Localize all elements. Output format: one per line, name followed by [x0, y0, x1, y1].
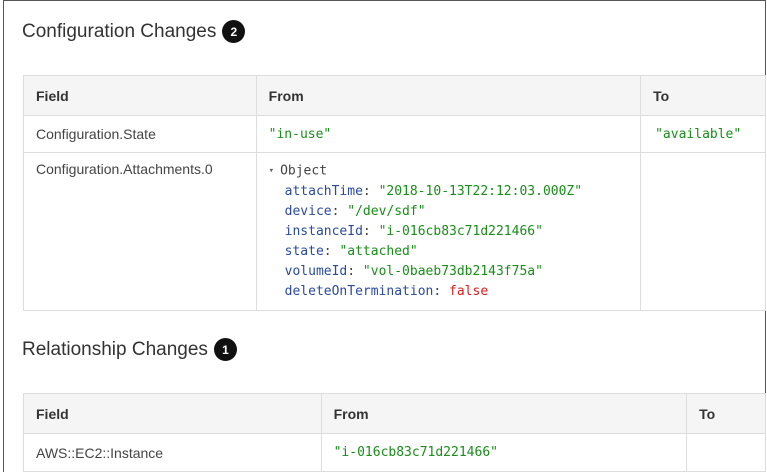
- property-value: false: [449, 283, 489, 299]
- relationship-changes-table: Field From To AWS::EC2::Instance "i-016c…: [23, 393, 766, 472]
- property-value: "/dev/sdf": [347, 203, 426, 219]
- object-label: Object: [280, 163, 328, 179]
- table-header-row: Field From To: [23, 393, 766, 434]
- property-key: instanceId: [284, 223, 363, 239]
- property-key: attachTime: [284, 183, 363, 199]
- object-property: instanceId: "i-016cb83c71d221466": [284, 223, 543, 239]
- object-property: state: "attached": [284, 243, 418, 259]
- column-header-from[interactable]: From: [255, 75, 642, 116]
- object-property: device: "/dev/sdf": [284, 203, 426, 219]
- column-header-to[interactable]: To: [640, 75, 766, 116]
- column-header-from[interactable]: From: [320, 393, 688, 434]
- expand-caret-icon[interactable]: ▾: [269, 161, 274, 181]
- table-header-row: Field From To: [23, 75, 766, 116]
- column-header-field[interactable]: Field: [23, 393, 322, 434]
- property-key: volumeId: [284, 263, 348, 279]
- property-key: device: [284, 203, 332, 219]
- relationship-count-badge: 1: [213, 338, 237, 361]
- object-property: volumeId: "vol-0baeb73db2143f75a": [284, 263, 543, 279]
- cell-field: Configuration.State: [23, 115, 257, 153]
- config-title-text: Configuration Changes: [22, 20, 217, 42]
- table-row: AWS::EC2::Instance "i-016cb83c71d221466": [23, 433, 766, 472]
- config-section-title: Configuration Changes 2: [22, 20, 246, 43]
- cell-from: "i-016cb83c71d221466": [320, 433, 688, 472]
- relationship-title-text: Relationship Changes: [22, 338, 208, 360]
- property-key: deleteOnTermination: [284, 283, 434, 299]
- column-header-to[interactable]: To: [686, 393, 766, 434]
- cell-field: AWS::EC2::Instance: [23, 433, 322, 472]
- object-property: attachTime: "2018-10-13T22:12:03.000Z": [284, 183, 583, 199]
- object-property: deleteOnTermination: false: [284, 283, 489, 299]
- table-row: Configuration.Attachments.0 ▾ Object atta…: [23, 152, 766, 311]
- cell-field: Configuration.Attachments.0: [23, 152, 257, 311]
- property-value: "attached": [339, 243, 418, 259]
- property-key: state: [284, 243, 324, 259]
- config-count-badge: 2: [222, 20, 246, 43]
- relationship-section-title: Relationship Changes 1: [22, 338, 237, 361]
- cell-to: "available": [640, 115, 766, 153]
- property-value: "i-016cb83c71d221466": [378, 223, 543, 239]
- property-value: "vol-0baeb73db2143f75a": [362, 263, 543, 279]
- cell-from: "in-use": [255, 115, 642, 153]
- cell-from-object: ▾ Object attachTime: "2018-10-13T22:12:03…: [255, 152, 642, 311]
- object-toggle[interactable]: ▾ Object: [269, 161, 628, 182]
- config-changes-table: Field From To Configuration.State "in-us…: [23, 75, 766, 311]
- table-row: Configuration.State "in-use" "available": [23, 115, 766, 153]
- cell-to: [686, 433, 766, 472]
- column-header-field[interactable]: Field: [23, 75, 257, 116]
- cell-to: [640, 152, 766, 311]
- property-value: "2018-10-13T22:12:03.000Z": [378, 183, 583, 199]
